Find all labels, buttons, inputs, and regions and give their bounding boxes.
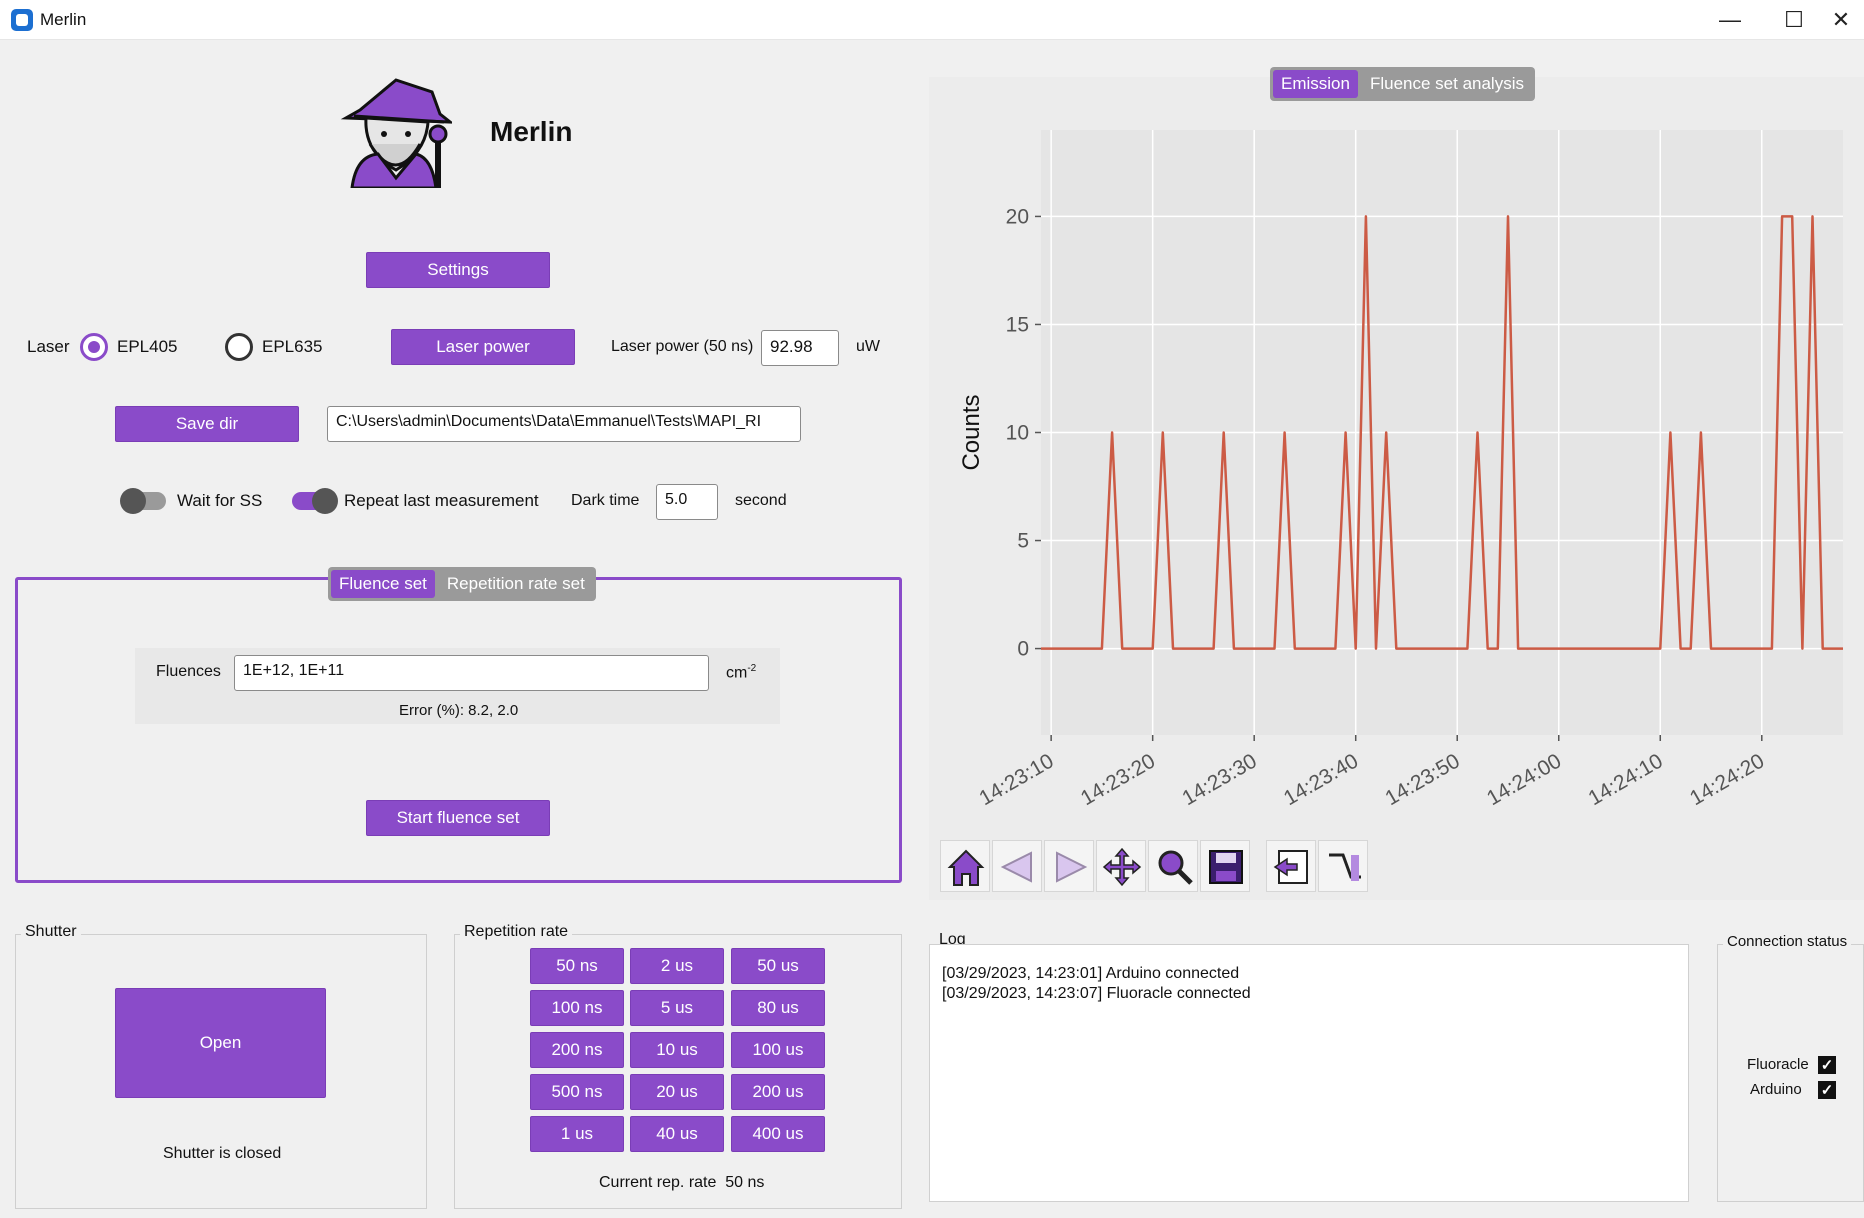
reprate-button[interactable]: 2 us (630, 948, 724, 984)
reprate-button[interactable]: 1 us (530, 1116, 624, 1152)
laser-power-unit: uW (856, 338, 880, 355)
current-reprate-label: Current rep. rate (599, 1174, 717, 1191)
dark-time-label: Dark time (571, 492, 640, 509)
laser-power-button[interactable]: Laser power (391, 329, 575, 365)
home-icon[interactable] (940, 840, 990, 892)
zoom-icon[interactable] (1148, 840, 1198, 892)
close-button[interactable]: ✕ (1818, 0, 1864, 40)
fluences-unit-exponent: -2 (747, 663, 757, 674)
fluences-unit: cm-2 (726, 663, 757, 682)
reprate-button[interactable]: 10 us (630, 1032, 724, 1068)
y-tick-label: 0 (1017, 638, 1029, 661)
fluence-tabbar: Fluence set Repetition rate set (328, 567, 596, 601)
reprate-button[interactable]: 5 us (630, 990, 724, 1026)
back-icon[interactable] (992, 840, 1042, 892)
x-tick-label: 14:23:30 (1178, 749, 1260, 810)
start-fluence-button[interactable]: Start fluence set (366, 800, 550, 836)
minimize-button[interactable]: — (1698, 0, 1762, 40)
y-tick-label: 20 (1006, 205, 1029, 228)
window-title: Merlin (40, 10, 87, 29)
forward-icon[interactable] (1044, 840, 1094, 892)
y-tick-label: 10 (1006, 422, 1029, 445)
fluences-label: Fluences (156, 663, 221, 680)
edit-axis-icon[interactable] (1318, 840, 1368, 892)
dark-time-field[interactable]: 5.0 (656, 484, 718, 520)
wait-ss-toggle[interactable] (120, 488, 166, 514)
reprate-button[interactable]: 100 us (731, 1032, 825, 1068)
fluence-panel (15, 577, 902, 883)
current-reprate-value: 50 ns (725, 1174, 765, 1191)
laser-label: Laser (27, 337, 70, 356)
x-tick-label: 14:23:40 (1280, 749, 1362, 810)
reprate-button[interactable]: 50 ns (530, 948, 624, 984)
log-area[interactable]: [03/29/2023, 14:23:01] Arduino connected… (929, 944, 1689, 1202)
repeat-label: Repeat last measurement (344, 491, 539, 510)
fluences-field[interactable]: 1E+12, 1E+11 (234, 655, 709, 691)
y-axis-label: Counts (958, 394, 985, 470)
reprate-button[interactable]: 50 us (731, 948, 825, 984)
laser-power-label: Laser power (50 ns) (611, 338, 754, 355)
title-bar: Merlin — ☐ ✕ (0, 0, 1864, 40)
arduino-checkbox[interactable]: ✓ (1818, 1081, 1836, 1099)
pan-icon[interactable] (1096, 840, 1146, 892)
reprate-title: Repetition rate (460, 923, 573, 941)
radio-epl405[interactable] (80, 333, 108, 361)
reprate-button[interactable]: 500 ns (530, 1074, 624, 1110)
save-dir-button[interactable]: Save dir (115, 406, 299, 442)
tab-fluence-analysis[interactable]: Fluence set analysis (1362, 70, 1532, 98)
reprate-button[interactable]: 20 us (630, 1074, 724, 1110)
fluoracle-checkbox[interactable]: ✓ (1818, 1056, 1836, 1074)
wait-ss-label: Wait for SS (177, 491, 263, 510)
y-tick-label: 5 (1017, 530, 1029, 553)
settings-button[interactable]: Settings (366, 252, 550, 288)
connection-group (1717, 944, 1864, 1202)
maximize-button[interactable]: ☐ (1762, 0, 1826, 40)
log-line: [03/29/2023, 14:23:01] Arduino connected (942, 965, 1240, 982)
connection-title: Connection status (1723, 933, 1852, 950)
x-tick-label: 14:23:20 (1077, 749, 1159, 810)
shutter-title: Shutter (21, 923, 81, 941)
reprate-button[interactable]: 200 us (731, 1074, 825, 1110)
app-title: Merlin (490, 116, 573, 147)
plot-tabbar: Emission Fluence set analysis (1270, 67, 1535, 101)
dark-time-unit: second (735, 492, 787, 509)
reprate-button[interactable]: 80 us (731, 990, 825, 1026)
laser-power-field[interactable]: 92.98 (761, 330, 839, 366)
save-icon[interactable] (1200, 840, 1250, 892)
reprate-button[interactable]: 400 us (731, 1116, 825, 1152)
current-reprate: Current rep. rate 50 ns (599, 1174, 764, 1192)
fluoracle-status-label: Fluoracle (1747, 1056, 1809, 1073)
x-tick-label: 14:24:00 (1483, 749, 1565, 810)
app-icon (11, 9, 33, 31)
radio-epl635[interactable] (225, 333, 253, 361)
reprate-button[interactable]: 40 us (630, 1116, 724, 1152)
wizard-logo (340, 78, 455, 190)
subplots-icon[interactable] (1266, 840, 1316, 892)
log-line: [03/29/2023, 14:23:07] Fluoracle connect… (942, 985, 1251, 1002)
save-path-field[interactable]: C:\Users\admin\Documents\Data\Emmanuel\T… (327, 406, 801, 442)
tab-fluence-set[interactable]: Fluence set (331, 570, 435, 598)
repeat-toggle[interactable] (292, 488, 338, 514)
radio-epl405-label: EPL405 (117, 337, 178, 356)
radio-epl635-label: EPL635 (262, 337, 323, 356)
shutter-status: Shutter is closed (163, 1145, 282, 1162)
emission-chart[interactable]: 0 5 10 15 20 14:23:10 14:23:20 14:23:30 14:23:40… (929, 110, 1864, 830)
reprate-button[interactable]: 100 ns (530, 990, 624, 1026)
tab-repetition-rate-set[interactable]: Repetition rate set (439, 570, 593, 598)
y-tick-label: 15 (1006, 313, 1029, 336)
shutter-open-button[interactable]: Open (115, 988, 326, 1098)
arduino-status-label: Arduino (1750, 1081, 1802, 1098)
x-tick-label: 14:23:50 (1381, 749, 1463, 810)
fluence-error: Error (%): 8.2, 2.0 (399, 702, 519, 719)
tab-emission[interactable]: Emission (1273, 70, 1358, 98)
x-tick-label: 14:24:20 (1686, 749, 1768, 810)
x-tick-label: 14:23:10 (975, 749, 1057, 810)
reprate-button[interactable]: 200 ns (530, 1032, 624, 1068)
x-tick-label: 14:24:10 (1584, 749, 1666, 810)
